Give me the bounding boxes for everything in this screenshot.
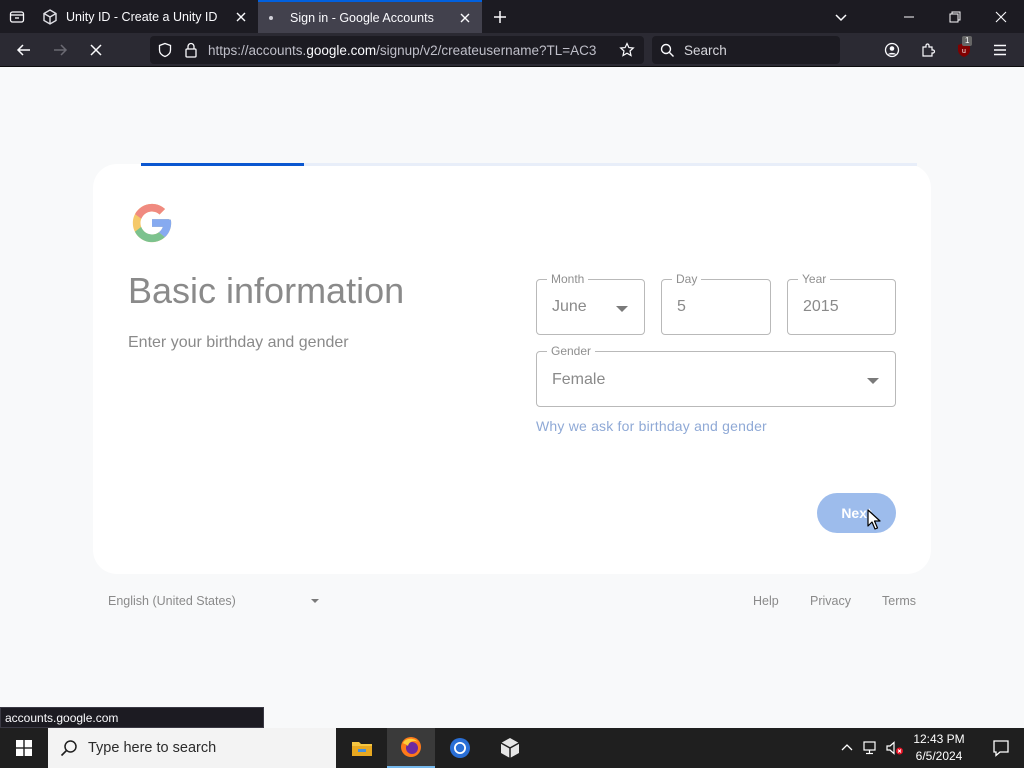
dropdown-arrow-icon	[867, 378, 879, 384]
puzzle-icon	[922, 43, 936, 57]
extension-badge-count: 1	[962, 36, 973, 46]
month-label: Month	[547, 272, 589, 286]
start-button[interactable]	[0, 728, 48, 768]
gender-select[interactable]: Gender Female	[536, 344, 896, 407]
mouse-pointer-icon	[867, 509, 881, 530]
show-hidden-icons-button[interactable]	[837, 738, 857, 758]
progress-bar-fill	[141, 163, 304, 166]
dropdown-arrow-icon	[616, 306, 628, 312]
day-label: Day	[672, 272, 702, 286]
taskbar-file-explorer[interactable]	[338, 728, 386, 768]
page-subtitle: Enter your birthday and gender	[128, 334, 349, 351]
restore-icon	[949, 11, 961, 22]
restore-button[interactable]	[932, 0, 978, 33]
taskbar-firefox[interactable]	[387, 728, 435, 768]
navigation-toolbar: https://accounts.google.com/signup/v2/cr…	[0, 33, 1024, 67]
chevron-down-icon	[835, 14, 847, 22]
windows-logo-icon	[16, 740, 32, 756]
status-bar-url: accounts.google.com	[0, 707, 264, 728]
search-icon	[60, 739, 80, 757]
unity-icon	[42, 8, 58, 25]
close-tab-icon[interactable]	[232, 8, 250, 26]
account-button[interactable]	[879, 38, 905, 62]
gender-label: Gender	[547, 344, 596, 358]
arrow-right-icon	[54, 44, 68, 56]
folder-icon	[352, 742, 372, 756]
firefox-view-icon	[9, 10, 24, 23]
taskbar-clock[interactable]: 12:43 PM 6/5/2024	[906, 731, 972, 765]
page-viewport: Basic information Enter your birthday an…	[0, 68, 1024, 728]
stop-loading-button[interactable]	[83, 38, 109, 62]
minimize-button[interactable]	[886, 0, 932, 33]
arrow-left-icon	[16, 44, 30, 56]
network-icon	[863, 741, 876, 755]
notification-icon	[993, 740, 1009, 757]
year-label: Year	[798, 272, 831, 286]
hamburger-menu-icon	[994, 44, 1006, 56]
language-selector[interactable]: English (United States)	[108, 594, 319, 608]
taskbar-search[interactable]: Type here to search	[48, 728, 336, 768]
list-all-tabs-button[interactable]	[830, 6, 852, 28]
taskbar-search-text: Type here to search	[88, 740, 217, 756]
search-bar[interactable]	[652, 36, 840, 64]
tab-title: Unity ID - Create a Unity ID	[66, 9, 218, 24]
plus-icon	[494, 11, 506, 23]
account-icon	[884, 42, 900, 58]
speaker-muted-icon	[886, 741, 903, 755]
page-title: Basic information	[128, 270, 405, 311]
url-text: https://accounts.google.com/signup/v2/cr…	[208, 42, 597, 58]
tab-unity-id[interactable]: Unity ID - Create a Unity ID	[34, 0, 258, 33]
tab-title: Sign in - Google Accounts	[290, 10, 434, 25]
new-tab-button[interactable]	[489, 6, 511, 28]
taskbar-unity-hub[interactable]	[486, 728, 534, 768]
forward-button[interactable]	[47, 38, 73, 62]
address-bar[interactable]: https://accounts.google.com/signup/v2/cr…	[150, 36, 644, 64]
dropdown-arrow-icon	[310, 599, 319, 603]
clock-date: 6/5/2024	[915, 749, 963, 763]
taskbar-chrome[interactable]	[436, 728, 484, 768]
tab-google-sign-in[interactable]: Sign in - Google Accounts	[258, 0, 482, 33]
bookmark-star-icon[interactable]	[616, 39, 638, 61]
stop-icon	[90, 44, 102, 56]
year-value: 2015	[803, 298, 839, 315]
svg-text:u: u	[962, 48, 966, 55]
month-select[interactable]: Month June	[536, 272, 645, 335]
terms-link[interactable]: Terms	[882, 594, 916, 608]
year-field[interactable]: Year 2015	[787, 272, 896, 335]
gender-value: Female	[552, 371, 606, 388]
extensions-button[interactable]	[915, 38, 941, 62]
clock-time: 12:43 PM	[913, 732, 965, 746]
back-button[interactable]	[11, 38, 37, 62]
why-birthday-gender-link[interactable]: Why we ask for birthday and gender	[536, 418, 767, 434]
search-icon	[660, 43, 678, 58]
month-value: June	[552, 298, 587, 315]
loading-dot-icon	[266, 10, 282, 26]
search-input[interactable]	[684, 42, 834, 58]
app-menu-button[interactable]	[987, 38, 1013, 62]
privacy-link[interactable]: Privacy	[810, 594, 851, 608]
shield-icon[interactable]	[154, 39, 176, 61]
day-value: 5	[677, 298, 686, 315]
lock-icon[interactable]	[180, 39, 202, 61]
close-window-button[interactable]	[978, 0, 1024, 33]
windows-taskbar: Type here to search 12:43 PM 6/5/2024	[0, 728, 1024, 768]
next-button[interactable]: Next	[817, 493, 896, 533]
help-link[interactable]: Help	[753, 594, 779, 608]
volume-tray-button[interactable]	[885, 738, 905, 758]
close-tab-icon[interactable]	[456, 9, 474, 27]
day-field[interactable]: Day 5	[661, 272, 771, 335]
unity-hub-icon	[500, 738, 520, 758]
language-value: English (United States)	[108, 594, 236, 608]
browser-tab-bar: Unity ID - Create a Unity ID Sign in - G…	[0, 0, 1024, 33]
chevron-up-icon	[841, 744, 853, 751]
notifications-button[interactable]	[978, 728, 1024, 768]
firefox-view-button[interactable]	[0, 0, 33, 33]
google-logo-icon	[132, 203, 172, 243]
minimize-icon	[904, 16, 914, 17]
close-icon	[995, 11, 1007, 22]
network-tray-button[interactable]	[861, 738, 881, 758]
chrome-icon	[450, 738, 470, 758]
firefox-icon	[401, 737, 421, 757]
